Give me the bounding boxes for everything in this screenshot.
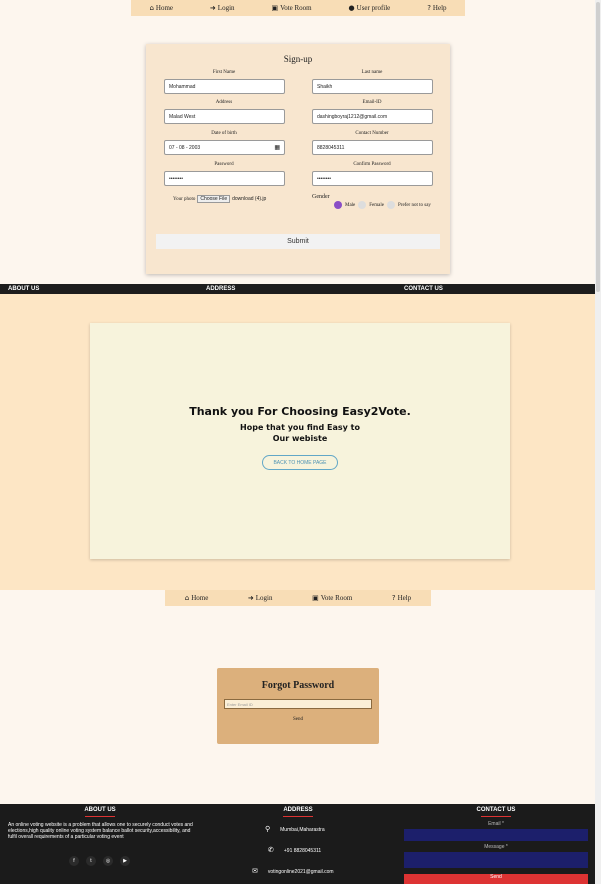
last-name-field[interactable]: Shaikh — [312, 79, 433, 94]
female-label: Female — [369, 202, 384, 208]
nav-vote-room[interactable]: ▣ Vote Room — [271, 4, 311, 12]
facebook-icon[interactable]: f — [69, 856, 79, 866]
confirm-password-field[interactable]: •••••••• — [312, 171, 433, 186]
contact-message-label: Message * — [484, 844, 508, 850]
strip-contact: CONTACT US — [404, 286, 443, 292]
footer-location: ⚲ Mumbai,Maharastra — [265, 825, 325, 833]
home-icon: ⌂ — [149, 3, 154, 12]
forgot-password-card: Forgot Password Enter Email ID Send — [217, 668, 379, 744]
confirm-password-label: Confirm Password — [353, 162, 391, 167]
footer-address-underline — [283, 816, 313, 817]
nav-user-profile[interactable]: ● User profile — [349, 4, 391, 12]
first-name-field[interactable]: Mohammad — [164, 79, 285, 94]
nav2-home[interactable]: ⌂ Home — [185, 594, 209, 602]
signup-title: Sign-up — [283, 54, 313, 64]
choose-file-button[interactable]: Choose File — [197, 195, 231, 203]
sign-in-icon: ➜ — [209, 3, 216, 12]
footer-contact-heading: CONTACT US — [476, 807, 516, 813]
signup-card: Sign-up First Name Mohammad Last name Sh… — [146, 44, 450, 274]
question-icon: ? — [427, 3, 431, 12]
contact-email-label: Email * — [488, 821, 504, 827]
user-circle-icon: ● — [348, 3, 355, 12]
map-pin-icon: ⚲ — [265, 825, 271, 833]
twitter-icon[interactable]: t — [86, 856, 96, 866]
footer: ABOUT US An online voting website is a p… — [0, 804, 595, 884]
footer-strip: ABOUT US ADDRESS CONTACT US — [0, 284, 595, 294]
contact-email-input[interactable] — [404, 829, 588, 841]
nav2-login[interactable]: ➜ Login — [248, 594, 273, 602]
contact-send-button[interactable]: Send — [404, 874, 588, 884]
footer-contact-underline — [481, 816, 511, 817]
file-name: download (4).jp — [232, 196, 267, 202]
contact-field[interactable]: 8828045311 — [312, 140, 433, 155]
footer-phone: ✆ +91 8828045311 — [268, 846, 322, 854]
first-name-label: First Name — [212, 70, 236, 75]
thank-you-heading: Thank you For Choosing Easy2Vote. — [189, 405, 411, 418]
gender-options: Male Female Prefer not to say — [334, 201, 431, 209]
nav-help[interactable]: ? Help — [427, 4, 446, 12]
last-name-label: Last name — [361, 70, 383, 75]
address-field[interactable]: Malad West — [164, 109, 285, 124]
phone-icon: ✆ — [268, 846, 274, 854]
instagram-icon[interactable]: ◎ — [103, 856, 113, 866]
male-radio[interactable] — [334, 201, 342, 209]
scrollbar-thumb[interactable] — [596, 2, 600, 292]
photo-row: Your photo Choose File download (4).jp — [173, 195, 266, 203]
calendar-icon[interactable]: ▦ — [274, 144, 280, 151]
envelope-icon: ✉ — [252, 867, 258, 875]
strip-about: ABOUT US — [8, 286, 40, 292]
prefer-not-label: Prefer not to say — [398, 202, 431, 208]
contact-label: Contact Number — [355, 131, 389, 136]
top-nav: ⌂ Home ➜ Login ▣ Vote Room ● User profile ? H… — [131, 0, 465, 16]
youtube-icon[interactable]: ▶ — [120, 856, 130, 866]
vote-box-icon: ▣ — [271, 3, 279, 12]
password-label: Password — [214, 162, 234, 167]
submit-button[interactable]: Submit — [156, 234, 440, 249]
footer-about-underline — [85, 816, 115, 817]
secondary-nav: ⌂ Home ➜ Login ▣ Vote Room ? Help — [165, 590, 431, 606]
nav-home[interactable]: ⌂ Home — [149, 4, 173, 12]
dob-label: Date of birth — [211, 131, 237, 136]
forgot-email-input[interactable]: Enter Email ID — [224, 699, 372, 709]
photo-label: Your photo — [173, 196, 196, 202]
prefer-not-radio[interactable] — [387, 201, 395, 209]
email-label: Email-ID — [362, 100, 382, 105]
home-icon: ⌂ — [184, 593, 190, 602]
strip-address: ADDRESS — [206, 286, 236, 292]
nav2-help[interactable]: ? Help — [392, 594, 411, 602]
male-label: Male — [345, 202, 356, 208]
dob-value: 07 - 08 - 2003 — [169, 144, 201, 151]
dob-field[interactable]: 07 - 08 - 2003 ▦ — [164, 140, 285, 155]
forgot-send-button[interactable]: Send — [217, 717, 379, 722]
gender-label: Gender — [312, 194, 330, 200]
footer-address-heading: ADDRESS — [283, 807, 313, 813]
contact-message-input[interactable] — [404, 852, 588, 868]
footer-about-text: An online voting website is a problem th… — [8, 822, 193, 840]
page-scrollbar[interactable] — [595, 0, 601, 884]
address-label: Address — [215, 100, 233, 105]
female-radio[interactable] — [358, 201, 367, 209]
email-field[interactable]: dashingboyraj1212@gmail.com — [312, 109, 433, 124]
forgot-password-title: Forgot Password — [261, 680, 335, 691]
back-to-home-button[interactable]: BACK TO HOME PAGE — [262, 455, 338, 470]
footer-about-heading: ABOUT US — [84, 807, 116, 813]
vote-box-icon: ▣ — [312, 593, 319, 602]
thank-you-card: Thank you For Choosing Easy2Vote. Hope t… — [90, 323, 510, 559]
nav2-vote-room[interactable]: ▣ Vote Room — [312, 594, 352, 602]
footer-email: ✉ votingonline2021@gmail.com — [252, 867, 334, 875]
thank-you-subtext: Hope that you find Easy to Our webiste — [240, 423, 360, 443]
nav-login[interactable]: ➜ Login — [210, 4, 235, 12]
question-icon: ? — [391, 593, 396, 602]
password-field[interactable]: •••••••• — [164, 171, 285, 186]
sign-in-icon: ➜ — [247, 593, 254, 602]
